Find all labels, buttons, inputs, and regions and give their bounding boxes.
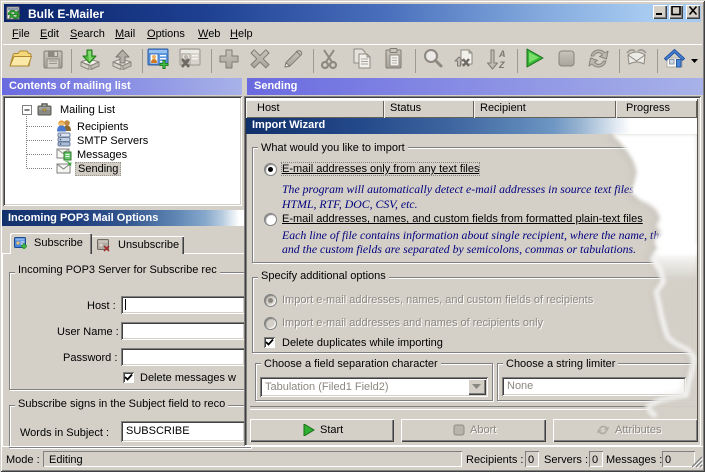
svg-text:A: A bbox=[498, 49, 506, 59]
svg-text:Z: Z bbox=[498, 60, 505, 70]
